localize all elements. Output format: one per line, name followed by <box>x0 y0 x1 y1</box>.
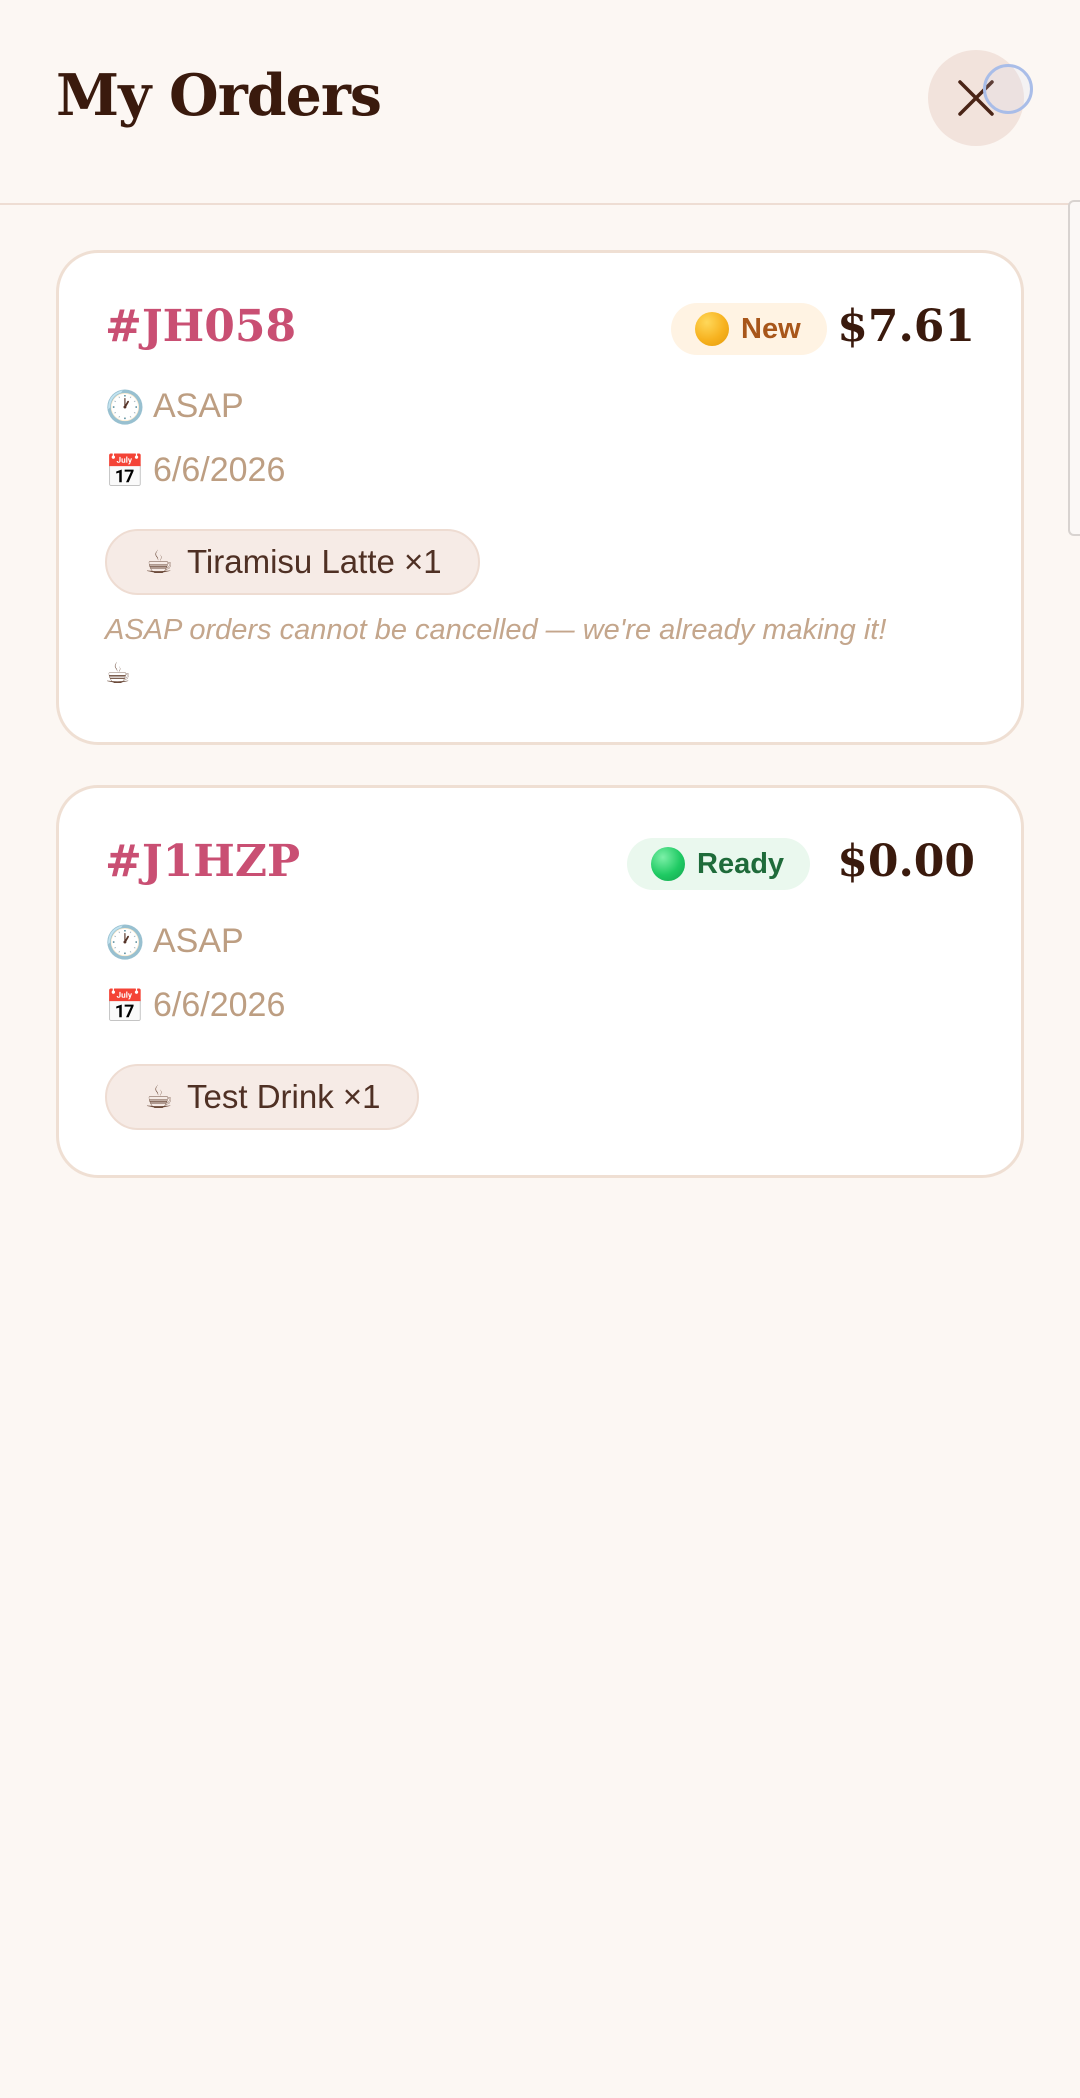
status-badge: Ready <box>627 838 811 890</box>
coffee-icon: ☕ <box>144 1078 174 1116</box>
order-time-value: ASAP <box>153 387 244 425</box>
order-id: #J1HZP <box>105 836 301 887</box>
order-id: #JH058 <box>105 301 297 352</box>
order-item-chip: ☕ Tiramisu Latte ×1 <box>105 529 480 595</box>
order-price: $7.61 <box>837 301 975 352</box>
status-label: New <box>741 312 801 345</box>
clock-icon: 🕐 <box>105 387 145 426</box>
order-item-label: Tiramisu Latte ×1 <box>187 543 442 580</box>
order-time: 🕐 ASAP <box>105 387 244 426</box>
order-date-value: 6/6/2026 <box>153 986 286 1024</box>
page-title: My Orders <box>56 62 382 129</box>
order-date: 📅 6/6/2026 <box>105 986 285 1025</box>
cancel-note: ASAP orders cannot be cancelled — we're … <box>105 609 995 696</box>
order-card[interactable]: #J1HZP Ready $0.00 🕐 ASAP 📅 6/6/2026 ☕ T… <box>56 785 1024 1178</box>
status-label: Ready <box>697 847 785 880</box>
order-time-value: ASAP <box>153 922 244 960</box>
order-price: $0.00 <box>837 836 975 887</box>
status-dot-icon <box>695 312 729 346</box>
order-date-value: 6/6/2026 <box>153 451 286 489</box>
order-item-chip: ☕ Test Drink ×1 <box>105 1064 419 1130</box>
order-date: 📅 6/6/2026 <box>105 451 285 490</box>
calendar-icon: 📅 <box>105 451 145 490</box>
order-item-label: Test Drink ×1 <box>187 1078 381 1115</box>
coffee-icon: ☕ <box>144 543 174 581</box>
cancel-note-text: ASAP orders cannot be cancelled — we're … <box>105 614 887 646</box>
touch-indicator <box>983 64 1033 114</box>
coffee-icon: ☕ <box>105 656 131 690</box>
scrollbar[interactable] <box>1068 200 1080 536</box>
status-badge: New <box>671 303 827 355</box>
orders-screen: My Orders #JH058 New $7.61 🕐 ASAP 📅 6/6/… <box>0 0 1080 2098</box>
calendar-icon: 📅 <box>105 986 145 1025</box>
status-dot-icon <box>651 847 685 881</box>
clock-icon: 🕐 <box>105 922 145 961</box>
order-time: 🕐 ASAP <box>105 922 244 961</box>
header: My Orders <box>0 0 1080 205</box>
order-card[interactable]: #JH058 New $7.61 🕐 ASAP 📅 6/6/2026 ☕ Tir… <box>56 250 1024 745</box>
